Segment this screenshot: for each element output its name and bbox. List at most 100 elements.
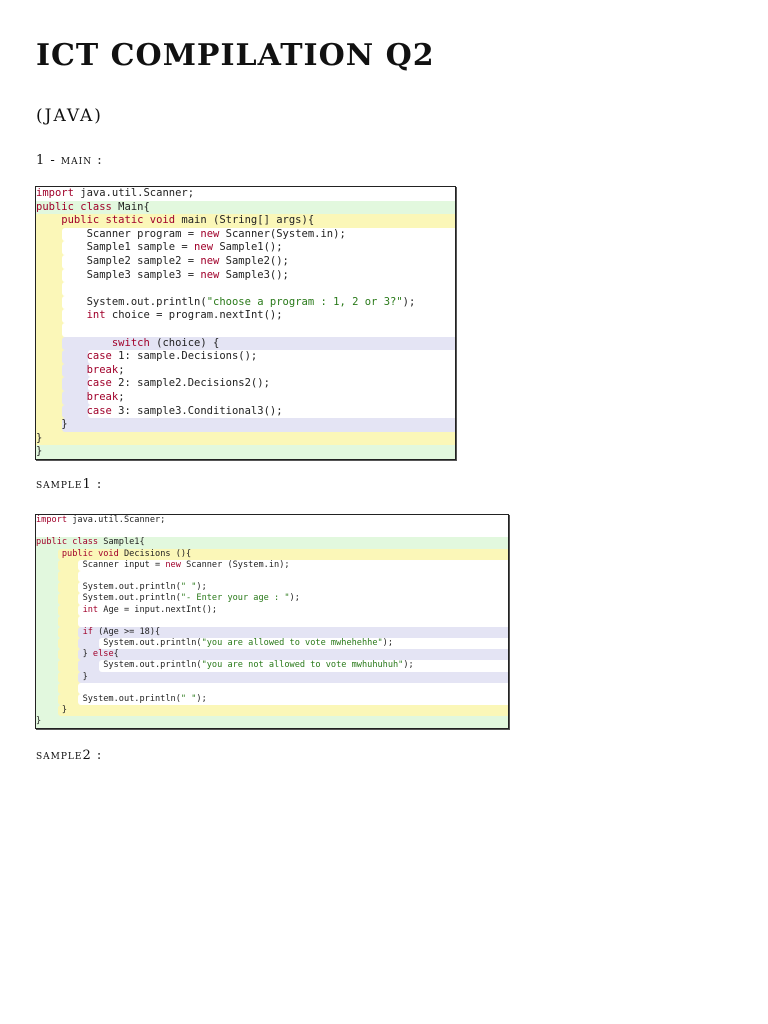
code-block-highlight [88, 363, 455, 378]
code-keyword: public static void [36, 214, 176, 227]
code-plain: (choice) { [149, 336, 220, 349]
code-block-highlight [36, 445, 455, 459]
code-plain: (Age >= 18){ [92, 626, 161, 637]
code-keyword: public class [36, 200, 112, 213]
code-plain: } [36, 705, 68, 716]
code-line: case 2: sample2.Decisions2(); [36, 377, 455, 391]
code-line: if (Age >= 18){ [36, 626, 508, 639]
code-snippet-main: import java.util.Scanner; public class Ma… [35, 186, 456, 460]
code-block-highlight [36, 716, 508, 728]
code-text: System.out.println(" "); [36, 694, 207, 704]
code-line: public void Decisions (){ [36, 548, 508, 560]
code-text: Sample1 sample = new Sample1(); [36, 241, 283, 253]
code-plain: ); [196, 694, 207, 704]
code-plain: main (String[] args){ [175, 214, 315, 227]
code-plain: 3: sample3.Conditional3(); [111, 404, 283, 417]
code-line: Scanner input = new Scanner (System.in); [36, 559, 508, 571]
code-keyword: import [36, 515, 68, 525]
code-line: System.out.println("choose a program : 1… [36, 295, 455, 310]
code-string: "you are not allowed to vote mwhuhuhuh" [201, 660, 404, 671]
code-line: int Age = input.nextInt(); [36, 604, 508, 616]
code-plain: { [113, 649, 119, 660]
code-string: "- Enter your age : " [180, 593, 290, 604]
code-line: } [36, 445, 455, 459]
code-text: break; [36, 391, 125, 403]
code-plain: } [36, 445, 43, 458]
code-keyword: break [36, 390, 119, 403]
code-text: } [36, 672, 88, 682]
code-line [36, 682, 508, 694]
code-line: System.out.println("you are not allowed … [36, 660, 508, 672]
code-line: } [36, 705, 508, 717]
code-plain: Sample1{ [98, 537, 145, 548]
code-line: System.out.println("- Enter your age : "… [36, 593, 508, 605]
code-line: import java.util.Scanner; [36, 187, 455, 201]
code-text: int choice = program.nextInt(); [36, 309, 283, 321]
code-block-highlight [36, 526, 508, 538]
code-text: public class Main{ [36, 201, 150, 213]
code-line: System.out.println("you are allowed to v… [36, 638, 508, 650]
code-text: } [36, 716, 41, 726]
code-plain: Sample1(); [213, 241, 283, 254]
code-line: } [36, 418, 455, 432]
code-plain: System.out.println( [36, 582, 181, 593]
code-plain: java.util.Scanner; [73, 187, 195, 199]
code-string: " " [180, 582, 197, 593]
code-block-highlight [62, 418, 455, 432]
code-text: case 2: sample2.Decisions2(); [36, 377, 270, 389]
code-block-highlight [62, 282, 455, 296]
code-plain: Sample2(); [219, 254, 289, 267]
code-keyword: new [200, 227, 220, 240]
code-block-highlight [78, 671, 508, 683]
code-line: System.out.println(" "); [36, 694, 508, 706]
code-text: public void Decisions (){ [36, 549, 191, 559]
code-plain: Sample2 sample2 = [36, 254, 201, 267]
code-plain: System.out.println( [36, 660, 202, 671]
code-text: System.out.println("choose a program : 1… [36, 295, 416, 308]
code-keyword: switch [36, 336, 150, 349]
code-text: System.out.println("you are not allowed … [36, 660, 413, 671]
code-plain: choice = program.nextInt(); [105, 309, 283, 322]
code-plain: Main{ [111, 200, 150, 213]
code-plain: System.out.println( [36, 593, 181, 604]
code-block-highlight [78, 649, 508, 661]
code-plain: } [36, 671, 88, 682]
code-line: switch (choice) { [36, 336, 455, 351]
code-text: case 3: sample3.Conditional3(); [36, 405, 283, 417]
code-line: int choice = program.nextInt(); [36, 309, 455, 323]
code-line: break; [36, 363, 455, 378]
code-keyword: break [36, 363, 119, 376]
code-keyword: case [36, 350, 112, 363]
code-plain: ; [118, 390, 125, 403]
code-text: } [36, 445, 42, 457]
code-line: } [36, 671, 508, 683]
code-line [36, 570, 508, 583]
code-line: } else{ [36, 649, 508, 661]
code-keyword: if [36, 626, 93, 637]
code-text: int Age = input.nextInt(); [36, 605, 218, 615]
code-plain: 2: sample2.Decisions2(); [111, 377, 270, 390]
code-text: } [36, 705, 67, 715]
code-plain: } [36, 716, 42, 727]
code-text: System.out.println(" "); [36, 582, 207, 592]
code-plain: 1: sample.Decisions(); [111, 350, 258, 363]
code-keyword: case [36, 404, 112, 417]
document-title: ICT COMPILATION Q2 [36, 38, 435, 73]
code-plain: ); [289, 593, 300, 604]
code-keyword: public void [36, 548, 119, 559]
code-line: Scanner program = new Scanner(System.in)… [36, 227, 455, 242]
code-text: } [36, 432, 42, 444]
code-line [36, 322, 455, 337]
code-plain: System.out.println( [36, 694, 181, 704]
code-block-highlight [78, 570, 508, 583]
code-text: } else{ [36, 649, 119, 659]
code-line: case 3: sample3.Conditional3(); [36, 404, 455, 419]
code-line: Sample2 sample2 = new Sample2(); [36, 254, 455, 269]
code-plain: Sample1 sample = [36, 241, 195, 254]
code-line [36, 615, 508, 627]
code-line: public class Sample1{ [36, 537, 508, 549]
code-keyword: else [92, 649, 114, 660]
code-keyword: new [200, 254, 220, 267]
code-line: public static void main (String[] args){ [36, 214, 455, 228]
code-plain: System.out.println( [36, 295, 207, 308]
